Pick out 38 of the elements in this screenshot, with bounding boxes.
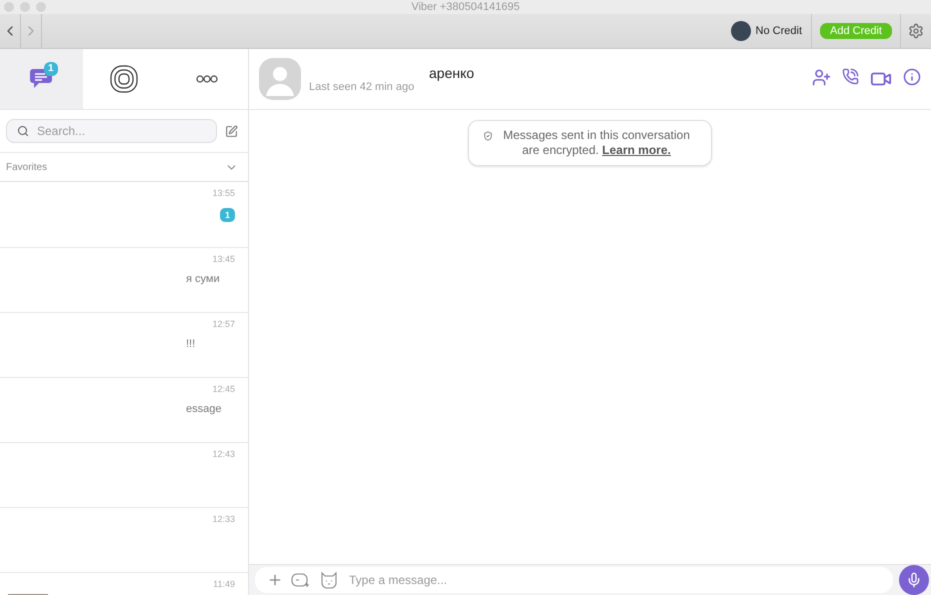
avatar-silhouette-icon — [259, 58, 301, 100]
sticker-face-icon[interactable] — [319, 571, 339, 589]
chat-time: 13:45 — [212, 254, 235, 264]
chat-snippet: essage — [186, 403, 222, 415]
chat-time: 12:43 — [212, 449, 235, 459]
contact-name: аренко — [428, 65, 476, 81]
unread-count: 1 — [220, 208, 235, 222]
chat-time: 12:45 — [212, 384, 235, 394]
message-field[interactable]: Type a message... — [347, 572, 881, 588]
section-label: Favorites — [6, 162, 48, 172]
gif-icon[interactable] — [291, 572, 311, 588]
account-avatar — [730, 21, 751, 41]
microphone-button[interactable] — [899, 565, 929, 595]
search-bar[interactable]: Search... — [6, 119, 217, 143]
chat-time: 13:55 — [212, 188, 235, 198]
concentric-rounded-squares-icon — [110, 65, 138, 93]
last-seen-status: Last seen 42 min ago — [309, 81, 416, 93]
settings-icon — [908, 23, 924, 39]
search-field[interactable]: Search... — [35, 123, 206, 139]
search-icon — [17, 125, 29, 137]
plus-icon[interactable] — [267, 572, 283, 588]
microphone-icon — [906, 572, 922, 588]
add-credit-button[interactable]: Add Credit — [820, 23, 892, 39]
chat-snippet: я суми — [186, 273, 221, 285]
learn-more-link[interactable]: Learn more. — [602, 143, 671, 157]
sidebar-tab[interactable]: 1 — [0, 49, 83, 109]
unread-badge: 1 — [44, 62, 58, 76]
encryption-notice-text: Messages sent in this conversation are encrypted. Learn more. — [502, 128, 691, 158]
message-composer[interactable]: Type a message... — [255, 567, 893, 593]
shield-icon — [483, 131, 493, 141]
chat-time: 12:57 — [212, 319, 235, 329]
chat-time: 12:33 — [212, 514, 235, 524]
more-icon — [196, 75, 218, 83]
compose-button[interactable] — [225, 124, 238, 138]
chat-snippet: !!! — [186, 338, 196, 350]
credit-label: No Credit — [756, 25, 802, 37]
window-title: Viber +380504141695 — [411, 0, 520, 14]
chat-time: 11:49 — [213, 579, 235, 589]
